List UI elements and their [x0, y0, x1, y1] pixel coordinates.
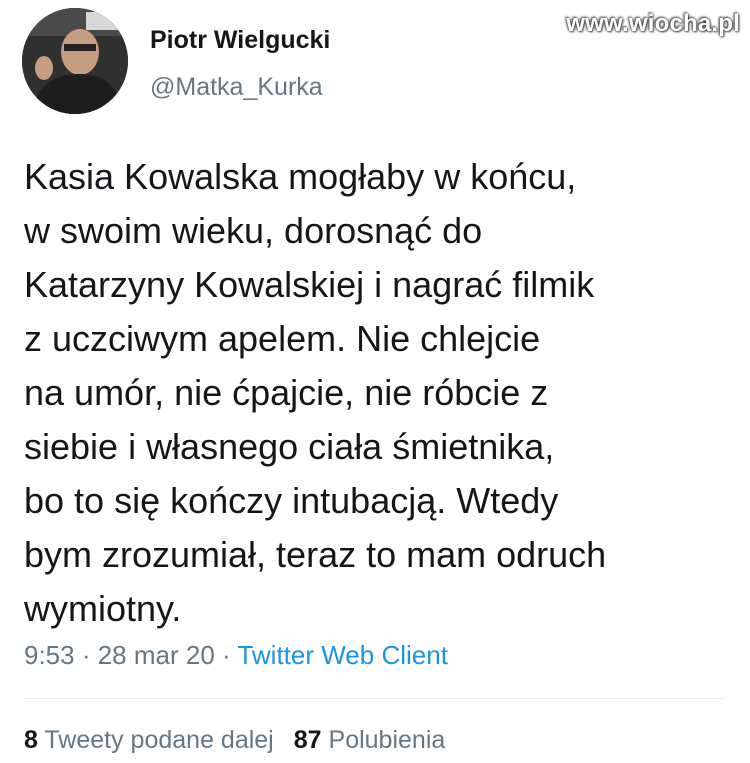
author-name[interactable]: Piotr Wielgucki	[150, 26, 330, 55]
tweet-client-link[interactable]: Twitter Web Client	[237, 640, 447, 670]
tweet-meta: 9:53 · 28 mar 20 · Twitter Web Client	[24, 640, 448, 671]
meta-separator: ·	[214, 640, 238, 670]
tweet-text: Kasia Kowalska mogłaby w końcu, w swoim …	[24, 156, 607, 629]
watermark-logo: www.wiocha.pl	[566, 10, 740, 37]
likes-count: 87	[293, 726, 322, 754]
tweet-stats: 8 Tweety podane dalej 87 Polubienia	[24, 726, 445, 755]
retweets-count: 8	[24, 726, 38, 754]
likes-label: Polubienia	[328, 726, 446, 754]
divider	[24, 698, 726, 699]
author-handle[interactable]: @Matka_Kurka	[150, 73, 323, 102]
meta-separator: ·	[74, 640, 98, 670]
likes-stat[interactable]: 87 Polubienia	[294, 726, 446, 754]
tweet-date[interactable]: 28 mar 20	[98, 640, 215, 670]
tweet-time[interactable]: 9:53	[24, 640, 75, 670]
retweets-label: Tweety podane dalej	[44, 726, 274, 754]
avatar-photo	[22, 8, 128, 114]
retweets-stat[interactable]: 8 Tweety podane dalej	[24, 726, 274, 754]
avatar[interactable]	[22, 8, 128, 114]
